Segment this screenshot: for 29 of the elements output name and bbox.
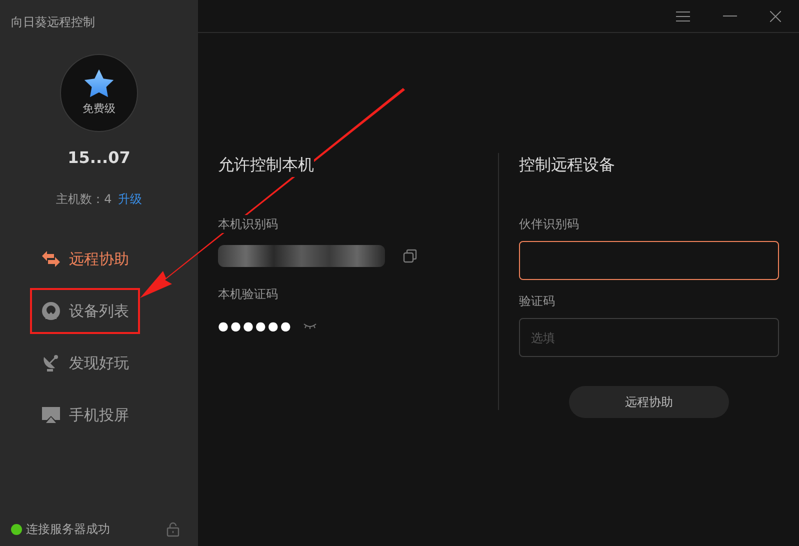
partner-id-field[interactable] xyxy=(519,241,779,280)
connection-status: 连接服务器成功 xyxy=(26,521,110,538)
lock-icon[interactable] xyxy=(166,522,180,536)
account-name: 15...07 xyxy=(68,147,130,169)
verification-code-field[interactable]: 选填 xyxy=(519,318,779,357)
device-list-icon xyxy=(41,301,61,321)
field-label: 伙伴识别码 xyxy=(519,216,580,233)
minimize-icon[interactable] xyxy=(723,15,737,17)
level-label: 免费级 xyxy=(82,101,116,118)
satellite-dish-icon xyxy=(41,353,61,373)
screen-cast-icon xyxy=(41,405,61,425)
nav-item[interactable]: 手机投屏 xyxy=(30,392,140,438)
field-label: 本机验证码 xyxy=(218,286,279,303)
field-label: 本机识别码 xyxy=(218,215,278,233)
swap-arrows-icon xyxy=(41,249,61,269)
section-title: 控制远程设备 xyxy=(519,154,616,176)
closed-eye-icon[interactable] xyxy=(302,322,317,330)
nav-item[interactable]: 设备列表 xyxy=(30,288,140,334)
upgrade-link[interactable]: 升级 xyxy=(118,190,142,208)
field-label: 验证码 xyxy=(519,293,556,310)
nav-item[interactable]: 远程协助 xyxy=(30,236,140,282)
host-count: 主机数：4 xyxy=(56,191,112,208)
verification-code: ●●●●●● xyxy=(218,318,293,335)
remote-assist-button[interactable]: 远程协助 xyxy=(569,386,729,418)
menu-icon[interactable] xyxy=(676,10,690,22)
copy-icon[interactable] xyxy=(403,249,417,263)
close-icon[interactable] xyxy=(770,10,781,22)
nav-item[interactable]: 发现好玩 xyxy=(30,340,140,386)
window-title: 向日葵远程控制 xyxy=(11,15,95,29)
